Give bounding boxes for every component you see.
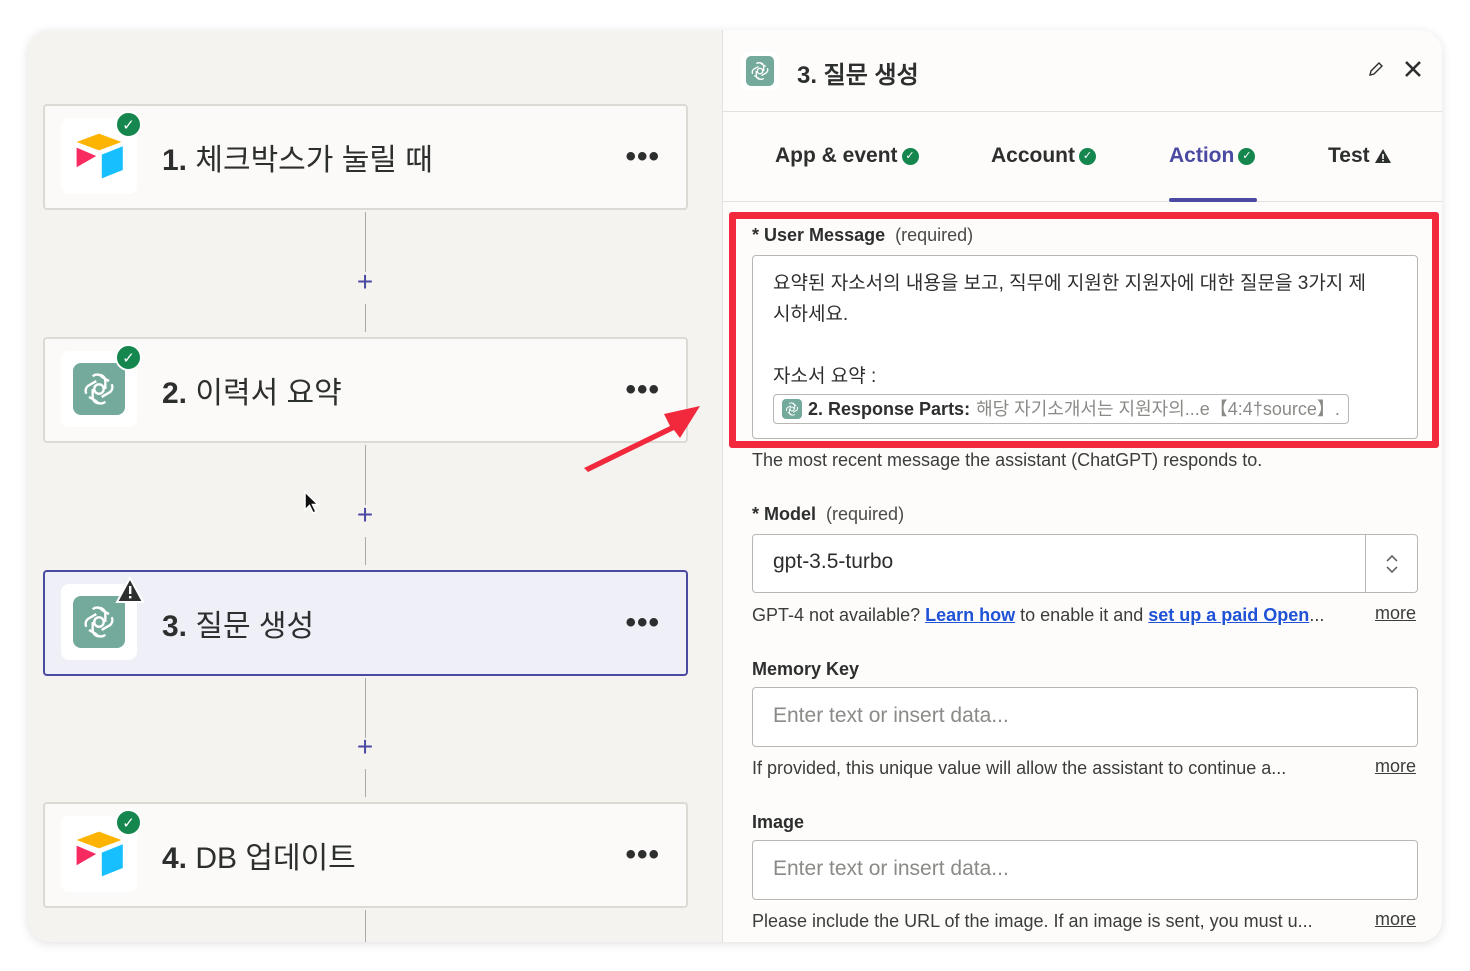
placeholder: Enter text or insert data... — [773, 857, 1009, 880]
image-help: Please include the URL of the image. If … — [752, 911, 1313, 931]
step-title: 체크박스가 눌릴 때 — [195, 144, 433, 177]
add-step-button[interactable]: + — [353, 499, 377, 531]
warning-icon — [1374, 149, 1391, 163]
add-step-button[interactable]: + — [353, 731, 377, 763]
user-message-input[interactable]: 요약된 자소서의 내용을 보고, 직무에 지원한 지원자에 대한 질문을 3가지… — [752, 255, 1418, 439]
memory-key-input[interactable]: Enter text or insert data... — [752, 687, 1418, 747]
step-card-4[interactable]: ✓ 4. DB 업데이트 ••• — [43, 802, 688, 908]
tab-label: App & event — [775, 144, 898, 167]
chatgpt-icon — [782, 399, 802, 419]
step-number: 2. — [162, 377, 188, 410]
annotation-arrow-icon — [584, 406, 700, 472]
step-title: DB 업데이트 — [195, 842, 356, 875]
learn-how-link[interactable]: Learn how — [925, 605, 1015, 625]
paid-openai-link[interactable]: set up a paid Open — [1148, 605, 1309, 625]
step-number: 1. — [162, 144, 188, 177]
model-more-link[interactable]: more — [1375, 603, 1416, 624]
add-step-button[interactable]: + — [353, 266, 377, 298]
connector — [365, 678, 366, 738]
tab-account[interactable]: Account ✓ — [991, 144, 1096, 168]
tab-action[interactable]: Action ✓ — [1169, 144, 1256, 168]
pill-label: 2. Response Parts: — [808, 399, 971, 419]
step-title: 이력서 요약 — [195, 377, 342, 410]
connector — [365, 537, 366, 565]
connector — [365, 212, 366, 272]
check-icon: ✓ — [901, 147, 919, 165]
window: ✓ 1. 체크박스가 눌릴 때 ••• + ✓ 2. 이력서 요약 ••• + … — [28, 30, 1442, 942]
connector — [365, 769, 366, 797]
step-number: 3. — [162, 610, 188, 643]
model-select[interactable]: gpt-3.5-turbo — [752, 534, 1418, 593]
more-menu-button[interactable]: ••• — [625, 838, 660, 872]
step-card-1[interactable]: ✓ 1. 체크박스가 눌릴 때 ••• — [43, 104, 688, 210]
message-text: 자소서 요약 : — [773, 366, 877, 387]
tab-label: Account — [991, 144, 1075, 167]
more-menu-button[interactable]: ••• — [625, 606, 660, 640]
user-message-label: * User Message (required) — [752, 225, 974, 245]
workflow-canvas: ✓ 1. 체크박스가 눌릴 때 ••• + ✓ 2. 이력서 요약 ••• + … — [28, 30, 722, 942]
tab-label: Action — [1169, 144, 1235, 167]
connector — [365, 445, 366, 505]
step-title: 질문 생성 — [195, 610, 315, 643]
image-input[interactable]: Enter text or insert data... — [752, 840, 1418, 900]
connector — [365, 304, 366, 332]
panel-header: 3. 질문 생성 — [723, 30, 1442, 112]
check-icon: ✓ — [1238, 147, 1256, 165]
model-help: GPT-4 not available? Learn how to enable… — [752, 605, 1325, 625]
pill-value: 해당 자기소개서는 지원자의...e【4:4†source】. — [976, 399, 1340, 419]
check-icon: ✓ — [1079, 147, 1096, 165]
check-icon: ✓ — [115, 809, 142, 836]
model-label: * Model (required) — [752, 504, 905, 524]
message-text: 시하세요. — [773, 304, 849, 325]
tab-app-event[interactable]: App & event ✓ — [775, 144, 919, 168]
memory-key-help: If provided, this unique value will allo… — [752, 758, 1287, 778]
message-text: 요약된 자소서의 내용을 보고, 직무에 지원한 지원자에 대한 질문을 3가지… — [773, 273, 1367, 294]
tab-bar: App & event ✓ Account ✓ Action ✓ Test — [723, 112, 1442, 202]
select-chevrons-icon[interactable] — [1365, 535, 1417, 592]
more-menu-button[interactable]: ••• — [625, 140, 660, 174]
memory-key-more-link[interactable]: more — [1375, 756, 1416, 777]
memory-key-label: Memory Key — [752, 659, 860, 679]
image-more-link[interactable]: more — [1375, 909, 1416, 930]
connector — [365, 910, 366, 942]
tab-label: Test — [1328, 144, 1370, 167]
placeholder: Enter text or insert data... — [773, 704, 1009, 727]
step-card-3[interactable]: 3. 질문 생성 ••• — [43, 570, 688, 676]
close-icon[interactable] — [1403, 59, 1423, 79]
step-editor-panel: 3. 질문 생성 App & event ✓ Account ✓ Action ✓ T… — [722, 30, 1442, 942]
pencil-icon[interactable] — [1367, 60, 1385, 78]
data-pill[interactable]: 2. Response Parts: 해당 자기소개서는 지원자의...e【4:… — [773, 394, 1349, 424]
active-tab-indicator — [1169, 198, 1257, 202]
step-number: 4. — [162, 842, 188, 875]
chatgpt-icon — [741, 52, 779, 90]
check-icon: ✓ — [115, 344, 142, 371]
check-icon: ✓ — [115, 111, 142, 138]
mouse-cursor-icon — [304, 490, 320, 515]
user-message-help: The most recent message the assistant (C… — [752, 450, 1263, 470]
tab-test[interactable]: Test — [1328, 144, 1392, 168]
model-value: gpt-3.5-turbo — [773, 550, 894, 573]
image-label: Image — [752, 812, 805, 832]
panel-title: 3. 질문 생성 — [797, 62, 919, 89]
warning-icon — [115, 576, 145, 603]
